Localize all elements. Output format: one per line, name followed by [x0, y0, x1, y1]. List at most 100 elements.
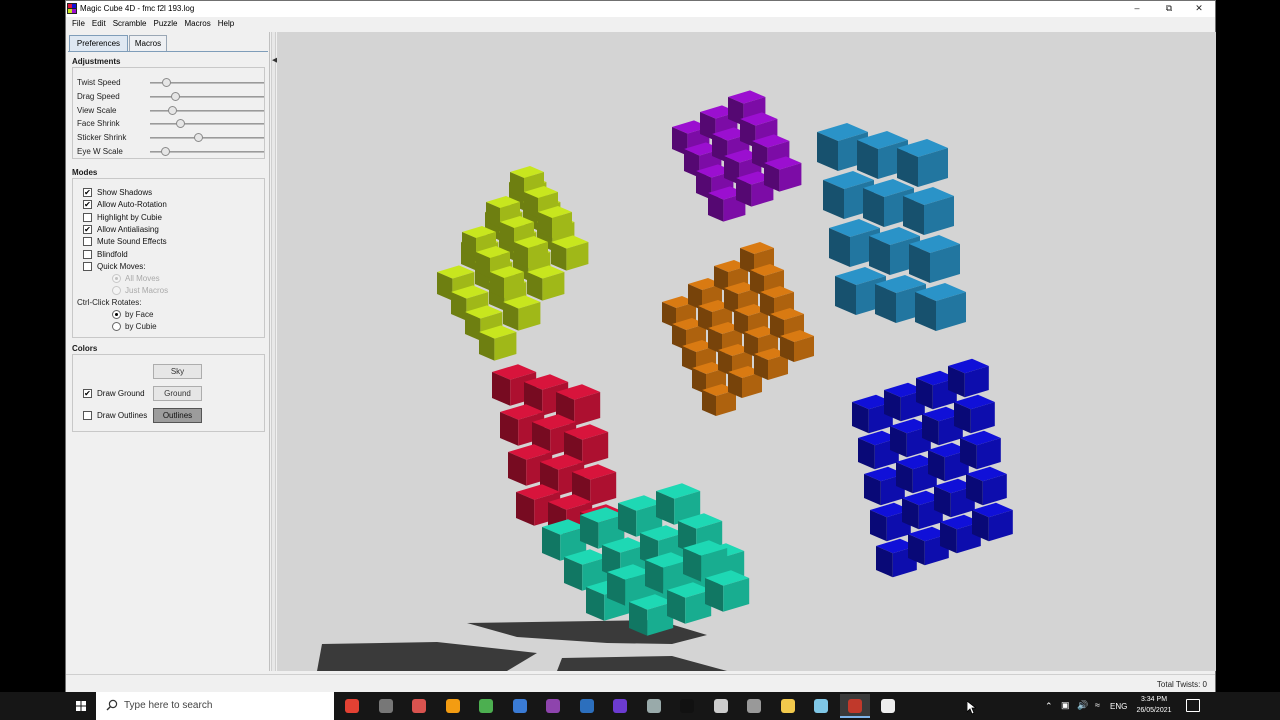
search-placeholder: Type here to search: [124, 700, 213, 711]
face-shrink-slider[interactable]: [150, 119, 264, 128]
taskbar-clock[interactable]: 3:34 PM 26/05/2021: [1124, 694, 1184, 716]
checkbox-label: Draw Ground: [97, 389, 145, 398]
notifications-icon[interactable]: [1186, 699, 1200, 712]
radio-label: by Cubie: [125, 322, 157, 331]
app-glyph: [780, 699, 795, 713]
files-icon[interactable]: [739, 694, 769, 718]
app-glyph: [579, 699, 594, 713]
by-cubie-radio[interactable]: [112, 322, 121, 331]
terminal-icon[interactable]: [672, 694, 702, 718]
menu-file[interactable]: File: [66, 17, 86, 28]
menu-puzzle[interactable]: Puzzle: [147, 17, 178, 28]
checkbox-label: Quick Moves:: [97, 262, 146, 271]
app-glyph: [512, 699, 527, 713]
menu-help[interactable]: Help: [212, 17, 235, 28]
minecraft-icon[interactable]: [471, 694, 501, 718]
app-logo-icon: [67, 3, 77, 14]
all-moves-radio[interactable]: [112, 274, 121, 283]
panel-splitter[interactable]: ◀: [271, 32, 277, 671]
slider-thumb[interactable]: [160, 147, 170, 156]
checkbox-label: Mute Sound Effects: [97, 237, 167, 246]
ground-shadow: [317, 642, 537, 671]
menu-edit[interactable]: Edit: [86, 17, 107, 28]
draw-outlines-checkbox[interactable]: [83, 411, 92, 420]
radio-label: by Face: [125, 310, 154, 319]
app-glyph: [613, 699, 627, 713]
chrome-icon[interactable]: [337, 694, 367, 718]
app-glyph: [713, 699, 728, 713]
vlc-icon[interactable]: [438, 694, 468, 718]
just-macros-radio[interactable]: [112, 286, 121, 295]
sticker-shrink-slider[interactable]: [150, 133, 264, 142]
wifi-icon[interactable]: ≈: [1095, 700, 1100, 710]
slider-thumb[interactable]: [167, 106, 177, 115]
globe-icon[interactable]: [572, 694, 602, 718]
ground-color-button[interactable]: Ground: [153, 386, 202, 401]
sky-color-button[interactable]: Sky: [153, 364, 202, 379]
app-glyph: [881, 699, 895, 713]
mouse-cursor-icon: [967, 701, 976, 715]
draw-ground-checkbox[interactable]: ✔: [83, 389, 92, 398]
quick-moves-checkbox[interactable]: [83, 262, 92, 271]
app-glyph: [680, 699, 694, 713]
slider-thumb[interactable]: [175, 119, 185, 128]
unity-icon[interactable]: [873, 694, 903, 718]
menu-bar: File Edit Scramble Puzzle Macros Help: [66, 17, 1215, 31]
slider-thumb[interactable]: [193, 133, 203, 142]
notes-icon[interactable]: [806, 694, 836, 718]
by-face-radio[interactable]: [112, 310, 121, 319]
colors-group: Sky ✔ Draw Ground Ground Draw Outlines O…: [72, 354, 265, 432]
adjustments-group: Twist Speed Drag Speed View Scale Face S…: [72, 67, 265, 159]
slider-label: Face Shrink: [77, 119, 120, 128]
title-bar[interactable]: Magic Cube 4D - fmc f2l 193.log – ⧉ ✕: [66, 1, 1215, 17]
status-bar: Total Twists: 0: [66, 674, 1215, 692]
show-shadows-checkbox[interactable]: ✔: [83, 188, 92, 197]
eye-w-scale-slider[interactable]: [150, 147, 264, 156]
obs-icon[interactable]: [371, 694, 401, 718]
tray-overflow-icon[interactable]: ⌃: [1045, 701, 1053, 712]
view-scale-slider[interactable]: [150, 106, 264, 115]
game-icon[interactable]: [639, 694, 669, 718]
taskbar: Type here to search ⌃ ▣ 🔊 ≈ ENG 3:34 PM …: [0, 692, 1280, 720]
modes-title: Modes: [72, 168, 98, 177]
menu-scramble[interactable]: Scramble: [107, 17, 148, 28]
drag-speed-slider[interactable]: [150, 92, 264, 101]
tab-divider: [68, 51, 268, 52]
slider-thumb[interactable]: [171, 92, 181, 101]
mute-sound-checkbox[interactable]: [83, 237, 92, 246]
volume-icon[interactable]: 🔊: [1077, 700, 1088, 711]
window-title: Magic Cube 4D - fmc f2l 193.log: [80, 4, 195, 13]
blindfold-checkbox[interactable]: [83, 250, 92, 259]
maximize-button[interactable]: ⧉: [1153, 1, 1185, 17]
magic-cube-icon[interactable]: [839, 694, 870, 718]
app-window: Magic Cube 4D - fmc f2l 193.log – ⧉ ✕ Fi…: [65, 0, 1216, 692]
puzzle-icon[interactable]: [538, 694, 568, 718]
checkbox-label: Allow Antialiasing: [97, 225, 159, 234]
puzzle-canvas[interactable]: [277, 32, 1216, 671]
slider-label: Drag Speed: [77, 92, 120, 101]
minimize-button[interactable]: –: [1121, 1, 1153, 17]
outlines-color-button[interactable]: Outlines: [153, 408, 202, 423]
highlight-cubie-checkbox[interactable]: [83, 213, 92, 222]
preferences-panel: Preferences Macros Adjustments Twist Spe…: [66, 32, 270, 671]
taskbar-search-input[interactable]: Type here to search: [96, 692, 334, 720]
puzzle-viewport[interactable]: [277, 32, 1216, 671]
menu-macros[interactable]: Macros: [179, 17, 212, 28]
tab-preferences[interactable]: Preferences: [69, 35, 128, 51]
settings-icon[interactable]: [706, 694, 736, 718]
app-icon[interactable]: [605, 694, 635, 718]
tab-macros[interactable]: Macros: [129, 35, 167, 51]
network-icon[interactable]: ▣: [1061, 700, 1070, 711]
camera-icon[interactable]: [404, 694, 434, 718]
search-icon: [106, 699, 118, 711]
folder-icon[interactable]: [773, 694, 803, 718]
app-glyph: [814, 699, 828, 713]
slider-thumb[interactable]: [161, 78, 171, 87]
vscode-icon[interactable]: [505, 694, 535, 718]
twist-speed-slider[interactable]: [150, 78, 264, 87]
start-button[interactable]: [67, 692, 95, 720]
auto-rotation-checkbox[interactable]: ✔: [83, 200, 92, 209]
antialiasing-checkbox[interactable]: ✔: [83, 225, 92, 234]
radio-label: Just Macros: [125, 286, 169, 295]
close-button[interactable]: ✕: [1183, 1, 1215, 17]
